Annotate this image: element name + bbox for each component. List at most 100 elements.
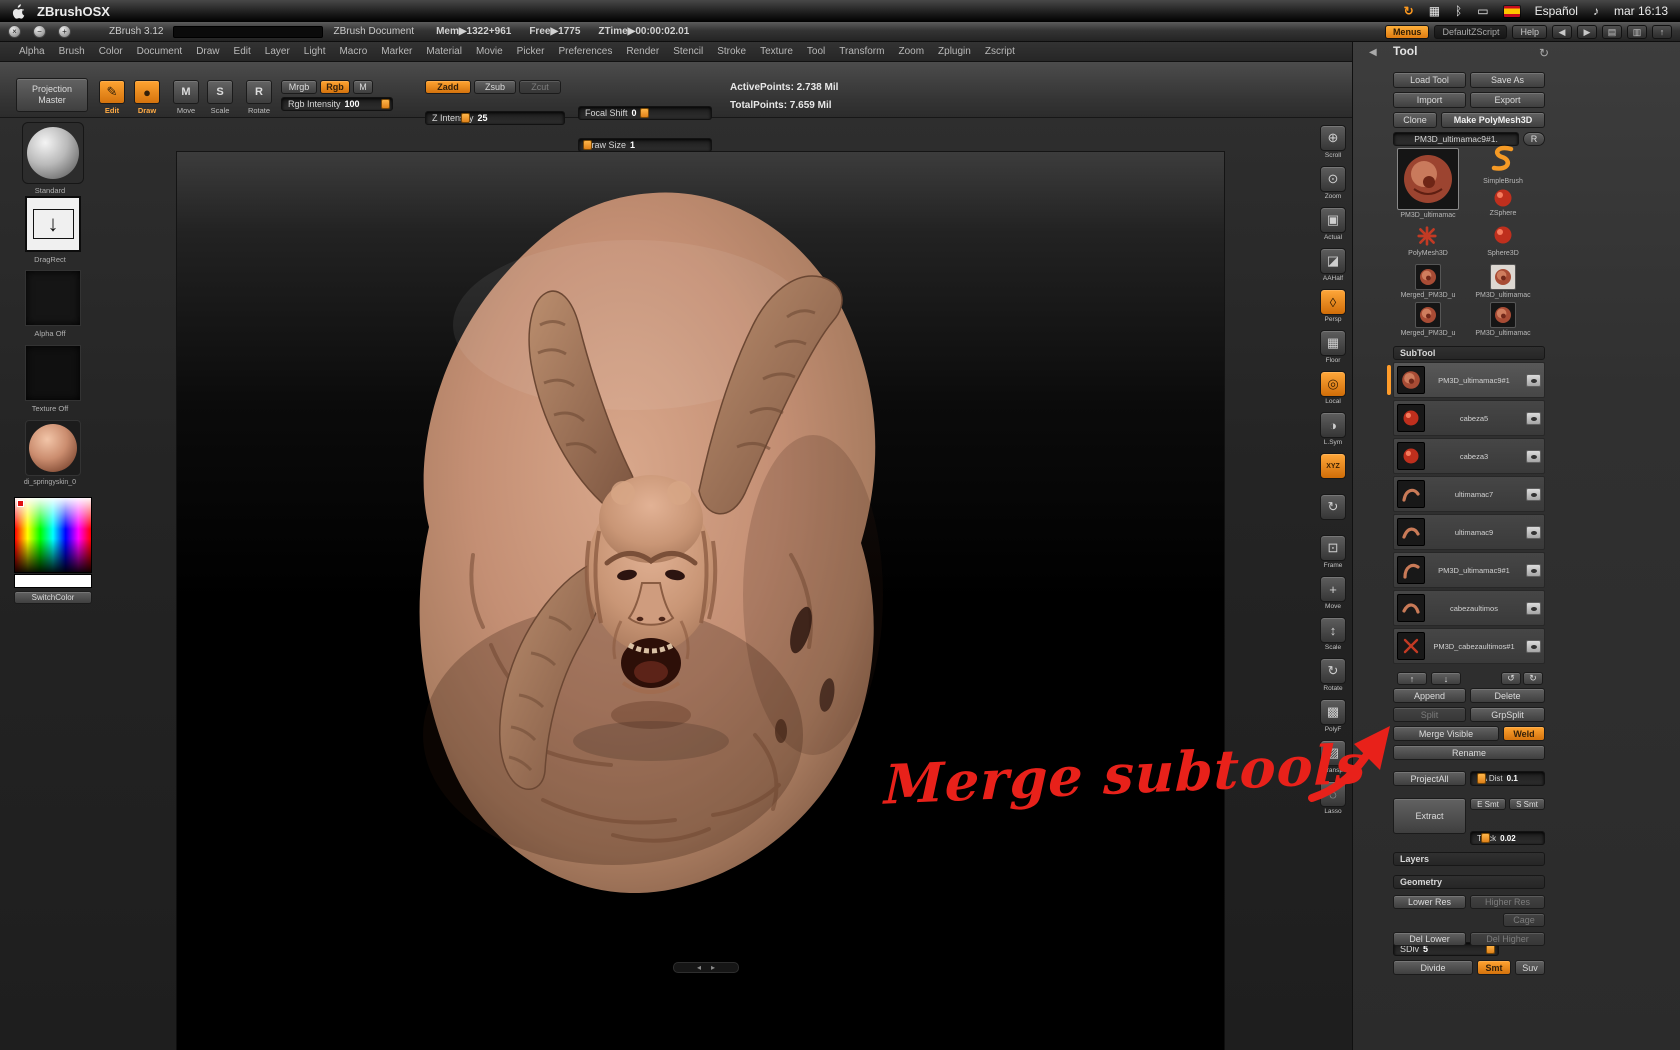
- scroll-left-icon[interactable]: ◂: [697, 963, 701, 972]
- scale-button[interactable]: S Scale: [206, 80, 234, 115]
- shelf-aahalf-button[interactable]: ◪ AAHalf: [1320, 248, 1346, 283]
- document-canvas[interactable]: ◂ ▸: [177, 152, 1224, 1050]
- append-button[interactable]: Append: [1393, 688, 1466, 703]
- spaces-icon[interactable]: ▦: [1429, 4, 1440, 18]
- subtool-item[interactable]: cabeza5: [1393, 400, 1545, 436]
- paste-doc-icon[interactable]: ▥: [1627, 24, 1647, 39]
- thick-slider[interactable]: Thick0.02: [1470, 831, 1545, 845]
- shelf-lsym-button[interactable]: ◑ L.Sym: [1320, 412, 1346, 447]
- subtool-item[interactable]: cabezaultimos: [1393, 590, 1545, 626]
- subtool-item[interactable]: cabeza3: [1393, 438, 1545, 474]
- current-brush-tile[interactable]: [22, 122, 84, 184]
- move-button[interactable]: M Move: [172, 80, 200, 115]
- edit-button[interactable]: ✎ Edit: [98, 80, 126, 115]
- sphere3d-tool[interactable]: [1493, 225, 1513, 250]
- menu-tool[interactable]: Tool: [800, 46, 832, 57]
- simplebrush-tool[interactable]: [1485, 142, 1519, 181]
- active-app-name[interactable]: ZBrushOSX: [37, 4, 110, 19]
- default-zscript-button[interactable]: DefaultZScript: [1434, 24, 1508, 39]
- menu-preferences[interactable]: Preferences: [551, 46, 619, 57]
- polymesh3d-tool[interactable]: [1416, 225, 1438, 252]
- visibility-eye-icon[interactable]: [1526, 411, 1541, 425]
- subtool-item[interactable]: PM3D_ultimamac9#1: [1387, 362, 1545, 398]
- color-picker[interactable]: [14, 497, 92, 573]
- layers-section-header[interactable]: Layers: [1393, 852, 1545, 866]
- visibility-eye-icon[interactable]: [1526, 563, 1541, 577]
- palette-reset-icon[interactable]: ↻: [1539, 46, 1549, 60]
- menu-edit[interactable]: Edit: [227, 46, 258, 57]
- displays-icon[interactable]: ▭: [1477, 4, 1488, 18]
- canvas-scrollbar[interactable]: ◂ ▸: [673, 962, 739, 973]
- script-path-field[interactable]: [173, 25, 324, 38]
- dock-up-icon[interactable]: ↑: [1652, 24, 1672, 39]
- visibility-eye-icon[interactable]: [1526, 487, 1541, 501]
- thick-thumb[interactable]: [1481, 833, 1490, 843]
- menu-zscript[interactable]: Zscript: [978, 46, 1022, 57]
- pa-dist-slider[interactable]: PA Dist 0.1: [1470, 771, 1545, 786]
- shelf-frame-button[interactable]: ⊡ Frame: [1320, 535, 1346, 570]
- menu-texture[interactable]: Texture: [753, 46, 800, 57]
- pa-dist-thumb[interactable]: [1477, 773, 1486, 784]
- shelf-scale-button[interactable]: ↕ Scale: [1320, 617, 1346, 652]
- draw-size-slider[interactable]: Draw Size 1: [578, 138, 712, 152]
- bluetooth-icon[interactable]: ᛒ: [1455, 4, 1462, 18]
- save-as-button[interactable]: Save As: [1470, 72, 1545, 88]
- export-button[interactable]: Export: [1470, 92, 1545, 108]
- spain-flag-icon[interactable]: [1503, 5, 1520, 17]
- menu-render[interactable]: Render: [619, 46, 666, 57]
- make-polymesh3d-button[interactable]: Make PolyMesh3D: [1441, 112, 1545, 128]
- material-tile[interactable]: [25, 420, 81, 476]
- rgb-intensity-thumb[interactable]: [381, 99, 390, 109]
- lower-res-button[interactable]: Lower Res: [1393, 895, 1466, 909]
- projection-master-button[interactable]: Projection Master: [16, 78, 88, 112]
- zadd-button[interactable]: Zadd: [425, 80, 471, 94]
- split-button[interactable]: Split: [1393, 707, 1466, 722]
- merge-visible-button[interactable]: Merge Visible: [1393, 726, 1499, 741]
- rotate-button[interactable]: R Rotate: [245, 80, 273, 115]
- menu-macro[interactable]: Macro: [332, 46, 374, 57]
- shelf-rotate-button[interactable]: ↻ Rotate: [1320, 658, 1346, 693]
- close-button[interactable]: ×: [8, 25, 21, 38]
- quick-pick-r-button[interactable]: R: [1523, 132, 1545, 146]
- minimize-button[interactable]: −: [33, 25, 46, 38]
- subtool-up-button[interactable]: ↑: [1397, 672, 1427, 685]
- menu-color[interactable]: Color: [92, 46, 130, 57]
- divide-button[interactable]: Divide: [1393, 960, 1473, 975]
- load-tool-button[interactable]: Load Tool: [1393, 72, 1466, 88]
- menu-layer[interactable]: Layer: [258, 46, 297, 57]
- ultimamac-tool-thumbnail[interactable]: [1490, 264, 1516, 290]
- clone-button[interactable]: Clone: [1393, 112, 1437, 128]
- shelf-orbit-button[interactable]: ↻: [1320, 494, 1346, 529]
- weld-button[interactable]: Weld: [1503, 726, 1545, 741]
- extract-button[interactable]: Extract: [1393, 798, 1466, 834]
- shelf-scroll-button[interactable]: ⊕ Scroll: [1320, 125, 1346, 160]
- subtool-item[interactable]: PM3D_cabezaultimos#1: [1393, 628, 1545, 664]
- s-smt-button[interactable]: S Smt: [1509, 798, 1545, 810]
- import-button[interactable]: Import: [1393, 92, 1466, 108]
- shelf-xyz-button[interactable]: XYZ: [1320, 453, 1346, 488]
- higher-res-button[interactable]: Higher Res: [1470, 895, 1545, 909]
- current-color-swatch[interactable]: [14, 574, 92, 588]
- menu-light[interactable]: Light: [297, 46, 333, 57]
- subtool-item[interactable]: ultimamac9: [1393, 514, 1545, 550]
- merged-tool-thumbnail[interactable]: [1415, 264, 1441, 290]
- menu-stroke[interactable]: Stroke: [710, 46, 753, 57]
- prev-page-button[interactable]: ◀: [1552, 24, 1572, 39]
- z-intensity-thumb[interactable]: [460, 113, 470, 123]
- z-intensity-slider[interactable]: Z Intensity 25: [425, 111, 565, 125]
- tray-collapse-icon[interactable]: ◀: [1369, 47, 1377, 58]
- menus-button[interactable]: Menus: [1384, 24, 1430, 39]
- help-button[interactable]: Help: [1512, 24, 1547, 39]
- menu-stencil[interactable]: Stencil: [666, 46, 710, 57]
- focal-shift-slider[interactable]: Focal Shift 0: [578, 106, 712, 120]
- e-smt-button[interactable]: E Smt: [1470, 798, 1506, 810]
- zsub-button[interactable]: Zsub: [474, 80, 516, 94]
- shelf-persp-button[interactable]: ◊ Persp: [1320, 289, 1346, 324]
- menu-picker[interactable]: Picker: [510, 46, 552, 57]
- menu-marker[interactable]: Marker: [374, 46, 419, 57]
- menu-movie[interactable]: Movie: [469, 46, 510, 57]
- grpsplit-button[interactable]: GrpSplit: [1470, 707, 1545, 722]
- projectall-button[interactable]: ProjectAll: [1393, 771, 1466, 786]
- sync-icon[interactable]: ↻: [1404, 4, 1414, 18]
- menu-alpha[interactable]: Alpha: [12, 46, 52, 57]
